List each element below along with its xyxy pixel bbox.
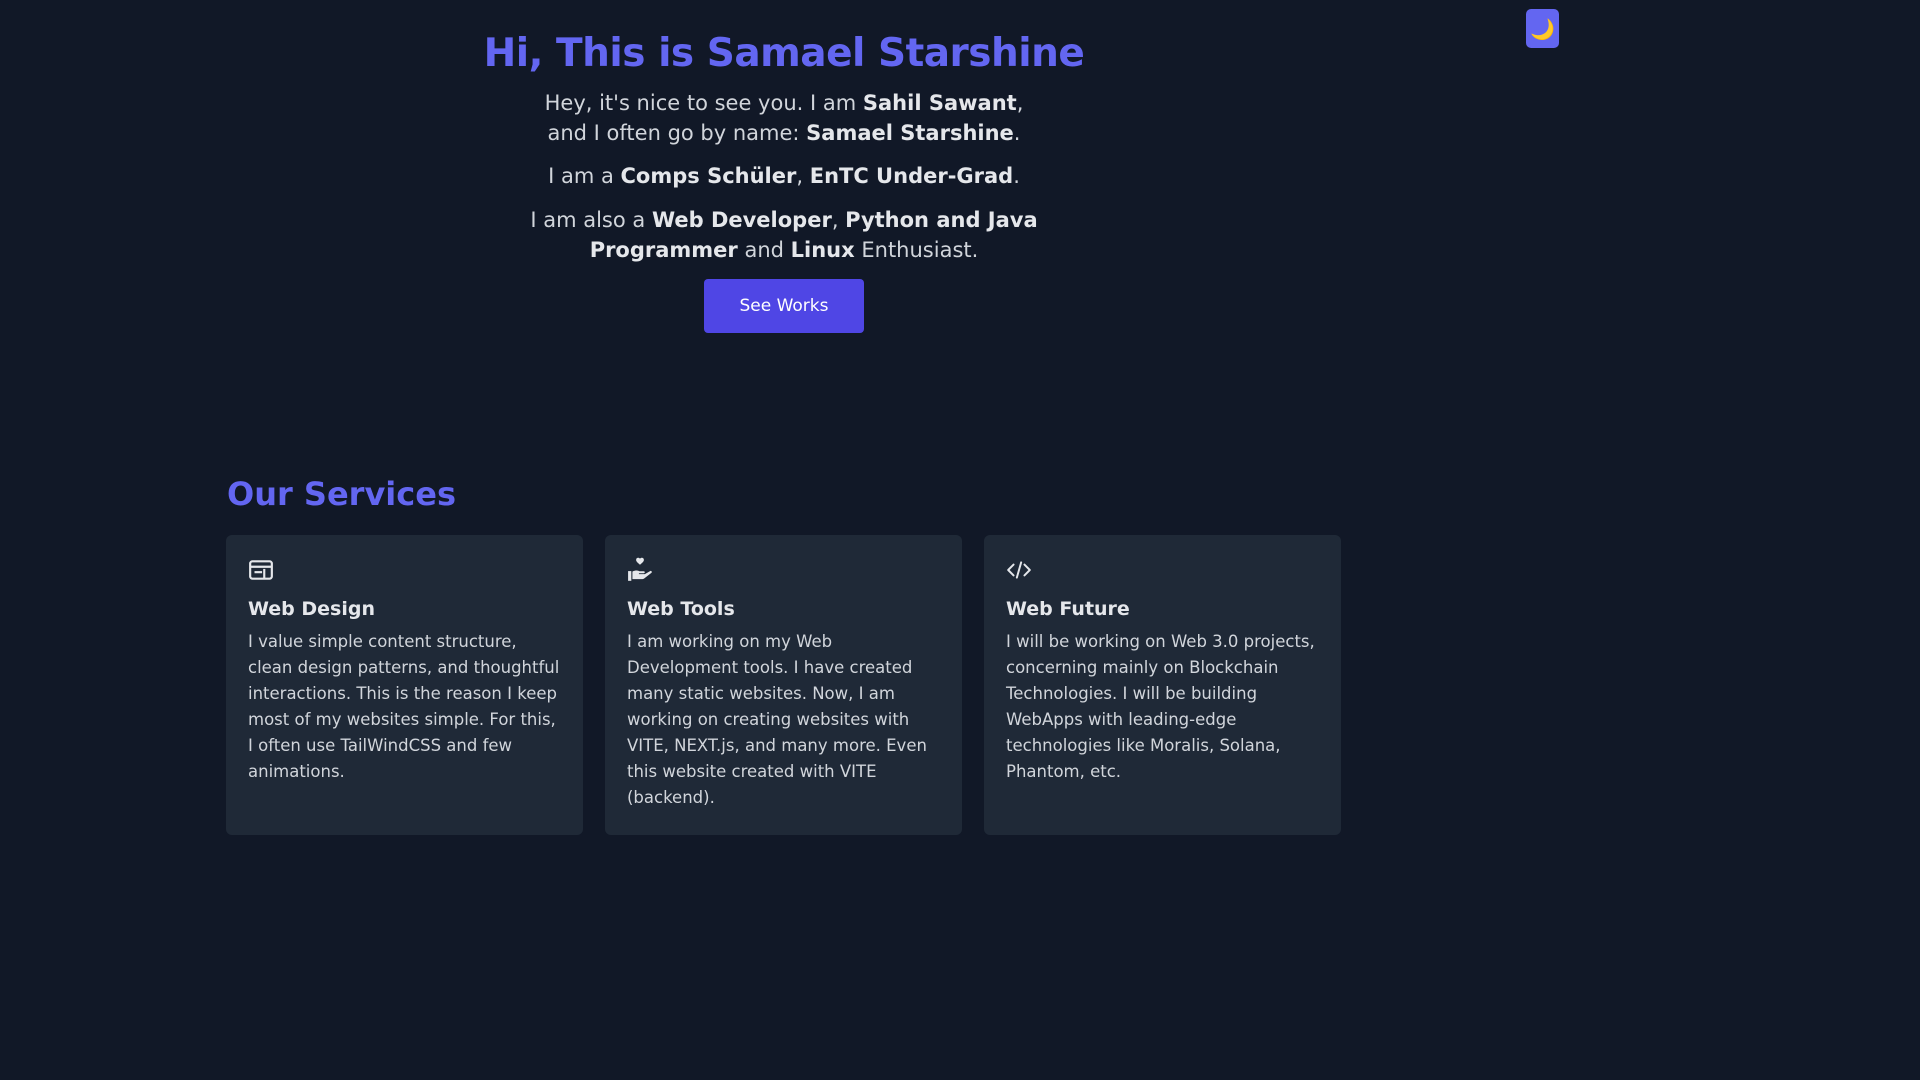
- hero-education: I am a Comps Schüler, EnTC Under-Grad.: [524, 161, 1044, 191]
- browser-window-icon: [249, 560, 273, 580]
- hero-roles-sep: ,: [831, 208, 846, 232]
- hero-intro-text: Hey, it's nice to see you. I am: [544, 91, 863, 115]
- hero-education-sep: ,: [796, 164, 810, 188]
- service-card-title: Web Design: [248, 598, 375, 620]
- hero-education-period: .: [1013, 164, 1020, 188]
- education-1: Comps Schüler: [620, 164, 797, 188]
- role-web-developer: Web Developer: [651, 208, 832, 232]
- hero-roles-and: and: [737, 238, 791, 262]
- hero-section: Hi, This is Samael Starshine Hey, it's n…: [0, 26, 1568, 333]
- hero-roles-end: Enthusiast.: [854, 238, 979, 262]
- hero-intro: Hey, it's nice to see you. I am Sahil Sa…: [524, 88, 1044, 148]
- service-card-text: I am working on my Web Development tools…: [627, 632, 927, 807]
- hero-intro-comma: ,: [1016, 91, 1024, 115]
- service-card-text: I will be working on Web 3.0 projects, c…: [1006, 632, 1315, 781]
- hand-heart-icon: [628, 557, 652, 581]
- role-programmer: Programmer: [589, 238, 738, 262]
- service-card-title: Web Future: [1006, 598, 1130, 620]
- service-card-web-tools: Web Tools I am working on my Web Develop…: [605, 535, 962, 835]
- service-card-web-future: Web Future I will be working on Web 3.0 …: [984, 535, 1341, 835]
- hero-roles-text: I am also a: [530, 208, 652, 232]
- services-cards: Web Design I value simple content struct…: [226, 535, 1341, 835]
- hero-intro-period: .: [1013, 121, 1021, 145]
- role-linux: Linux: [790, 238, 855, 262]
- hero-title: Hi, This is Samael Starshine: [483, 31, 1085, 76]
- service-card-web-design: Web Design I value simple content struct…: [226, 535, 583, 835]
- alias-name: Samael Starshine: [806, 121, 1014, 145]
- hero-roles: I am also a Web Developer, Python and Ja…: [524, 205, 1044, 265]
- see-works-button[interactable]: See Works: [704, 279, 864, 333]
- real-name: Sahil Sawant: [862, 91, 1017, 115]
- services-title: Our Services: [227, 475, 456, 513]
- page: 🌙 Hi, This is Samael Starshine Hey, it's…: [0, 0, 1568, 882]
- code-icon: [1007, 561, 1031, 579]
- service-card-title: Web Tools: [627, 598, 735, 620]
- role-python-java: Python and Java: [845, 208, 1038, 232]
- hero-alias-text: and I often go by name:: [547, 121, 807, 145]
- service-card-text: I value simple content structure, clean …: [248, 632, 560, 781]
- education-2: EnTC Under-Grad: [809, 164, 1014, 188]
- hero-education-text: I am a: [548, 164, 621, 188]
